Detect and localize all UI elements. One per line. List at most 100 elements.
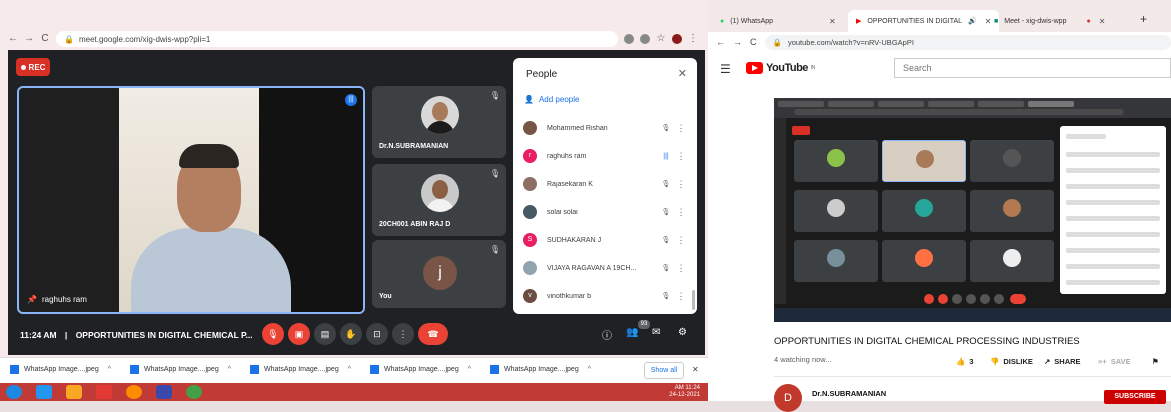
download-item[interactable]: WhatsApp Image....jpeg^ (370, 365, 471, 374)
more-options-icon[interactable]: ⋮ (673, 235, 689, 246)
more-options-icon[interactable]: ⋮ (673, 123, 689, 134)
meet-icon: ■ (994, 18, 998, 25)
speaking-indicator-icon: ||| (345, 94, 357, 106)
more-options-icon[interactable]: ⋮ (673, 151, 689, 162)
subscribe-button[interactable]: SUBSCRIBE (1104, 390, 1166, 404)
youtube-url-field[interactable]: 🔒 youtube.com/watch?v=nRV-UBGApPI (765, 35, 1171, 50)
star-icon[interactable]: ☆ (656, 34, 666, 44)
chevron-up-icon[interactable]: ^ (228, 366, 231, 373)
youtube-logo[interactable]: YouTube IN (746, 62, 815, 74)
add-people-button[interactable]: 👤 Add people (524, 95, 579, 104)
participant-row[interactable]: v vinothkumar b 🎙 ⋮ (523, 286, 689, 306)
download-item[interactable]: WhatsApp Image....jpeg^ (130, 365, 231, 374)
start-icon[interactable] (6, 385, 22, 399)
show-all-button[interactable]: Show all (644, 362, 684, 379)
tab-whatsapp[interactable]: ● (1) WhatsApp ✕ (712, 10, 844, 32)
speaking-indicator-icon: ||| (659, 153, 673, 160)
mic-toggle-button[interactable]: 🎙 (262, 323, 284, 345)
download-item[interactable]: WhatsApp Image....jpeg^ (10, 365, 111, 374)
participant-row[interactable]: Rajasekaran K 🎙 ⋮ (523, 174, 689, 194)
hamburger-menu-icon[interactable]: ☰ (720, 62, 731, 76)
download-filename: WhatsApp Image....jpeg (504, 366, 579, 373)
end-call-button[interactable]: ☎ (418, 323, 448, 345)
chevron-up-icon[interactable]: ^ (108, 366, 111, 373)
participant-row[interactable]: S SUDHAKARAN J 🎙 ⋮ (523, 230, 689, 250)
menu-dots-icon[interactable]: ⋮ (688, 34, 698, 44)
chevron-up-icon[interactable]: ^ (468, 366, 471, 373)
more-options-icon[interactable]: ⋮ (673, 291, 689, 302)
participant-row[interactable]: Mohammed Rishan 🎙 ⋮ (523, 118, 689, 138)
app-icon[interactable] (156, 385, 172, 399)
extension-icon[interactable] (640, 34, 650, 44)
participant-row[interactable]: VIJAYA RAGAVAN A 19CH... 🎙 ⋮ (523, 258, 689, 278)
video-content (882, 240, 966, 282)
participant-tile[interactable]: 🎙 20CH001 ABIN RAJ D (372, 164, 506, 236)
new-tab-icon[interactable]: + (1140, 12, 1147, 26)
more-options-icon[interactable]: ⋮ (673, 207, 689, 218)
close-icon[interactable]: ✕ (678, 67, 687, 80)
folder-icon[interactable] (66, 385, 82, 399)
flag-icon[interactable]: ⚑ (1152, 357, 1159, 366)
info-icon[interactable]: ⓘ (602, 327, 612, 342)
chat-icon[interactable]: ✉ (652, 327, 660, 338)
self-tile[interactable]: 🎙 j You (372, 240, 506, 308)
dislike-button[interactable]: 👎 DISLIKE (990, 357, 1033, 366)
share-button[interactable]: ↗ SHARE (1044, 357, 1081, 366)
participant-row[interactable]: r raghuhs ram ||| ⋮ (523, 146, 689, 166)
tab-meet[interactable]: ■ Meet - xig-dwis-wpp ● ✕ (986, 10, 1113, 32)
back-icon[interactable]: ← (716, 37, 725, 47)
forward-icon[interactable]: → (733, 37, 742, 47)
channel-name[interactable]: Dr.N.SUBRAMANIAN (812, 389, 886, 398)
people-icon[interactable]: 👥 (626, 327, 638, 338)
chevron-up-icon[interactable]: ^ (348, 366, 351, 373)
camera-toggle-button[interactable]: ▣ (288, 323, 310, 345)
chevron-up-icon[interactable]: ^ (588, 366, 591, 373)
youtube-address-bar-row: ← → C 🔒 youtube.com/watch?v=nRV-UBGApPI (708, 32, 1171, 52)
app-icon[interactable] (126, 385, 142, 399)
search-input[interactable] (894, 58, 1171, 78)
more-options-icon[interactable]: ⋮ (673, 179, 689, 190)
participant-tile[interactable]: 🎙 Dr.N.SUBRAMANIAN (372, 86, 506, 158)
profile-avatar[interactable] (672, 34, 682, 44)
chrome-icon[interactable] (186, 385, 202, 399)
like-button[interactable]: 👍 3 (956, 357, 974, 366)
download-item[interactable]: WhatsApp Image....jpeg^ (250, 365, 351, 374)
video-player[interactable] (774, 98, 1171, 322)
raise-hand-button[interactable]: ✋ (340, 323, 362, 345)
main-video-tile[interactable]: ||| 📌 raghuhs ram (17, 86, 365, 314)
scrollbar[interactable] (692, 290, 695, 310)
save-label: SAVE (1111, 357, 1131, 366)
channel-avatar[interactable]: D (774, 384, 802, 412)
video-content (794, 190, 878, 232)
extension-icon[interactable] (624, 34, 634, 44)
reload-icon[interactable]: C (750, 37, 757, 47)
captions-button[interactable]: ▤ (314, 323, 336, 345)
close-icon[interactable]: ✕ (1099, 17, 1106, 26)
meet-url-field[interactable]: 🔒 meet.google.com/xig-dwis-wpp?pli=1 (56, 31, 618, 47)
participant-name: Rajasekaran K (547, 181, 659, 188)
close-icon[interactable]: ✕ (692, 365, 699, 374)
download-bar: WhatsApp Image....jpeg^ WhatsApp Image..… (0, 357, 708, 383)
present-button[interactable]: ⊡ (366, 323, 388, 345)
participant-row[interactable]: solai solai 🎙 ⋮ (523, 202, 689, 222)
self-avatar: j (423, 256, 457, 290)
tab-youtube[interactable]: ▶ OPPORTUNITIES IN DIGITAL 🔊 ✕ (848, 10, 999, 32)
forward-icon[interactable]: → (24, 34, 34, 44)
participant-avatar (523, 121, 537, 135)
video-content (1060, 126, 1166, 294)
meeting-info: 11:24 AM | OPPORTUNITIES IN DIGITAL CHEM… (20, 330, 253, 340)
more-options-icon[interactable]: ⋮ (673, 263, 689, 274)
activities-icon[interactable]: ⚙ (678, 327, 687, 338)
participant-avatar: v (523, 289, 537, 303)
ie-icon[interactable] (36, 385, 52, 399)
reload-icon[interactable]: C (40, 34, 50, 44)
rec-label: REC (29, 63, 46, 72)
media-icon[interactable] (96, 385, 112, 399)
close-icon[interactable]: ✕ (829, 17, 836, 26)
back-icon[interactable]: ← (8, 34, 18, 44)
download-item[interactable]: WhatsApp Image....jpeg ^ (490, 365, 591, 374)
save-button[interactable]: ≡+ SAVE (1098, 357, 1131, 366)
more-options-button[interactable]: ⋮ (392, 323, 414, 345)
video-content (794, 240, 878, 282)
meet-address-bar-row: ← → C 🔒 meet.google.com/xig-dwis-wpp?pli… (8, 30, 698, 48)
